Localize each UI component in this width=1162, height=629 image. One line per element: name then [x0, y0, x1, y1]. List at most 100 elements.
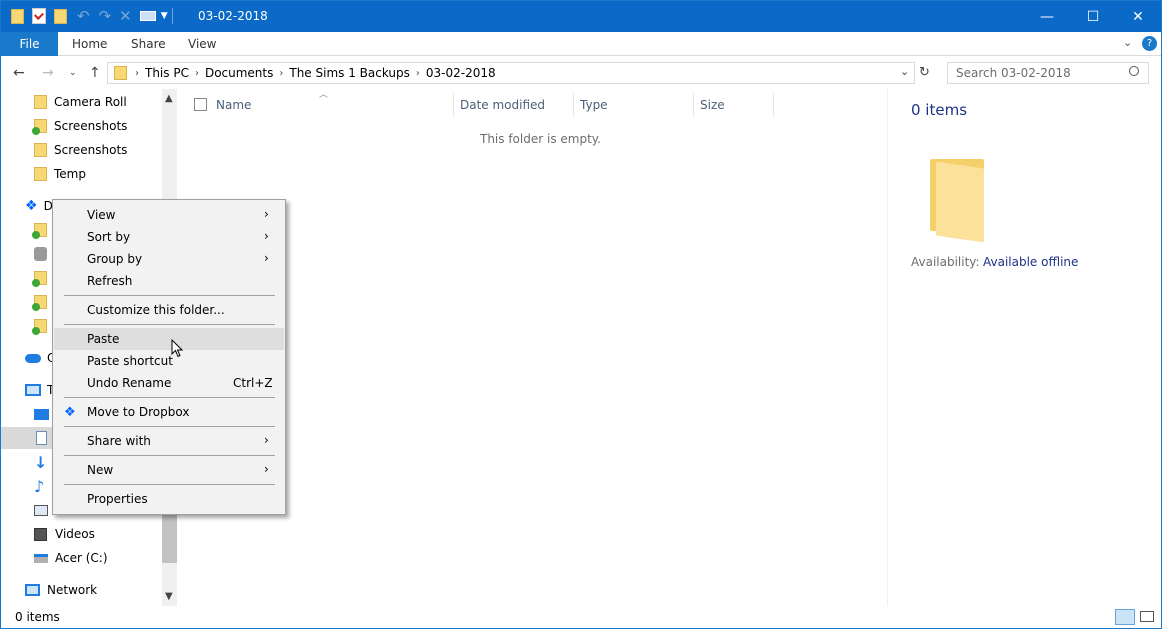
- large-icons-view-icon[interactable]: [1140, 611, 1154, 622]
- minimize-button[interactable]: —: [1024, 1, 1070, 32]
- search-input[interactable]: Search 03-02-2018: [947, 62, 1149, 84]
- menu-item-customize-folder[interactable]: Customize this folder...: [54, 299, 284, 321]
- recent-locations-button[interactable]: ⌄: [69, 68, 77, 78]
- delete-icon[interactable]: ✕: [119, 7, 132, 25]
- tab-view[interactable]: View: [188, 37, 216, 51]
- folder-icon: [114, 66, 127, 80]
- title-bar: ↶ ↷ ✕ ▼ 03-02-2018 — ☐ ✕: [1, 1, 1161, 32]
- column-divider[interactable]: [573, 93, 574, 117]
- column-divider[interactable]: [453, 93, 454, 117]
- chevron-right-icon[interactable]: ›: [195, 68, 199, 79]
- menu-item-move-to-dropbox[interactable]: ❖ Move to Dropbox: [54, 401, 284, 423]
- nav-item-label: Screenshots: [54, 119, 128, 133]
- menu-item-label: Undo Rename: [87, 376, 172, 390]
- undo-icon[interactable]: ↶: [77, 7, 90, 25]
- select-all-checkbox[interactable]: [194, 98, 207, 111]
- network-icon: [25, 584, 40, 596]
- column-divider[interactable]: [773, 93, 774, 117]
- chevron-right-icon[interactable]: ›: [279, 68, 283, 79]
- menu-separator: [64, 455, 275, 456]
- menu-item-label: Customize this folder...: [87, 303, 225, 317]
- menu-item-properties[interactable]: Properties: [54, 488, 284, 510]
- menu-item-refresh[interactable]: Refresh: [54, 270, 284, 292]
- column-header-date-modified[interactable]: Date modified: [460, 94, 545, 116]
- tab-share[interactable]: Share: [131, 37, 166, 51]
- this-pc-icon: [25, 384, 41, 396]
- properties-icon[interactable]: [32, 8, 46, 24]
- redo-icon[interactable]: ↷: [99, 7, 112, 25]
- chevron-right-icon[interactable]: ›: [135, 68, 139, 79]
- tab-file[interactable]: File: [1, 32, 58, 56]
- menu-item-new[interactable]: New ›: [54, 459, 284, 481]
- status-item-count: 0 items: [15, 610, 60, 624]
- menu-item-undo-rename[interactable]: Undo Rename Ctrl+Z: [54, 372, 284, 394]
- folder-icon: [11, 8, 24, 24]
- explorer-window: ↶ ↷ ✕ ▼ 03-02-2018 — ☐ ✕ File Home Share…: [0, 0, 1162, 629]
- menu-item-label: New: [87, 463, 114, 477]
- customize-qat-icon[interactable]: ▼: [161, 11, 168, 21]
- menu-item-label: View: [87, 208, 116, 222]
- column-header-size[interactable]: Size: [700, 94, 725, 116]
- up-button[interactable]: ↑: [89, 65, 101, 81]
- chevron-right-icon: ›: [264, 433, 269, 447]
- context-menu: View › Sort by › Group by › Refresh Cust…: [52, 199, 286, 515]
- chevron-right-icon: ›: [264, 462, 269, 476]
- folder-synced-icon: [32, 223, 47, 239]
- menu-item-label: Share with: [87, 434, 151, 448]
- folder-synced-icon: [32, 119, 47, 135]
- menu-item-sort-by[interactable]: Sort by ›: [54, 226, 284, 248]
- column-header-type[interactable]: Type: [580, 94, 608, 116]
- menu-item-label: Paste: [87, 332, 120, 346]
- address-bar[interactable]: › This PC › Documents › The Sims 1 Backu…: [107, 62, 915, 84]
- chevron-right-icon: ›: [264, 251, 269, 265]
- scroll-up-icon[interactable]: ▲: [165, 93, 173, 104]
- menu-item-group-by[interactable]: Group by ›: [54, 248, 284, 270]
- folder-synced-icon: [32, 271, 47, 287]
- empty-folder-message: This folder is empty.: [480, 132, 601, 146]
- music-icon: ♪: [34, 476, 45, 496]
- close-button[interactable]: ✕: [1115, 1, 1161, 32]
- nav-item-network[interactable]: Network: [25, 579, 185, 601]
- new-folder-icon[interactable]: [54, 8, 67, 24]
- details-view-icon[interactable]: [1115, 609, 1135, 625]
- expand-ribbon-icon[interactable]: ⌄: [1123, 36, 1132, 49]
- nav-item-label: Temp: [54, 167, 86, 181]
- nav-item-label: Screenshots: [54, 143, 128, 157]
- breadcrumb-current-folder[interactable]: 03-02-2018: [426, 66, 496, 80]
- menu-item-paste[interactable]: Paste: [54, 328, 284, 350]
- menu-item-paste-shortcut[interactable]: Paste shortcut: [54, 350, 284, 372]
- nav-item-label: Videos: [55, 527, 95, 541]
- quick-access-toolbar: ↶ ↷ ✕ ▼: [11, 6, 173, 26]
- forward-button[interactable]: →: [42, 65, 54, 81]
- refresh-button[interactable]: ↻: [919, 65, 930, 80]
- scroll-down-icon[interactable]: ▼: [165, 591, 173, 602]
- breadcrumb-this-pc[interactable]: This PC: [145, 66, 189, 80]
- menu-separator: [64, 484, 275, 485]
- camera-folder-icon: [34, 247, 47, 261]
- menu-item-label: Refresh: [87, 274, 133, 288]
- menu-item-label: Move to Dropbox: [87, 405, 190, 419]
- help-icon[interactable]: ?: [1142, 36, 1157, 51]
- chevron-right-icon[interactable]: ›: [416, 68, 420, 79]
- column-header-name[interactable]: Name: [216, 94, 251, 116]
- rename-icon[interactable]: [139, 11, 156, 21]
- desktop-icon: [34, 408, 49, 420]
- breadcrumb-documents[interactable]: Documents: [205, 66, 273, 80]
- menu-item-shortcut: Ctrl+Z: [233, 376, 273, 390]
- nav-item-label: Network: [47, 583, 98, 597]
- details-pane: 0 items Availability: Available offline: [887, 89, 1161, 606]
- menu-item-view[interactable]: View ›: [54, 204, 284, 226]
- downloads-icon: ↓: [34, 452, 48, 472]
- nav-item-label: Acer (C:): [55, 551, 108, 565]
- onedrive-icon: [25, 353, 41, 363]
- maximize-button[interactable]: ☐: [1070, 1, 1116, 32]
- back-button[interactable]: ←: [13, 65, 25, 81]
- breadcrumb-sims-backups[interactable]: The Sims 1 Backups: [289, 66, 410, 80]
- nav-item-label: Camera Roll: [54, 95, 127, 109]
- menu-separator: [64, 324, 275, 325]
- column-divider[interactable]: [693, 93, 694, 117]
- address-dropdown-icon[interactable]: ⌄: [900, 65, 909, 78]
- status-bar: 0 items: [1, 606, 1161, 628]
- tab-home[interactable]: Home: [72, 37, 107, 51]
- menu-item-share-with[interactable]: Share with ›: [54, 430, 284, 452]
